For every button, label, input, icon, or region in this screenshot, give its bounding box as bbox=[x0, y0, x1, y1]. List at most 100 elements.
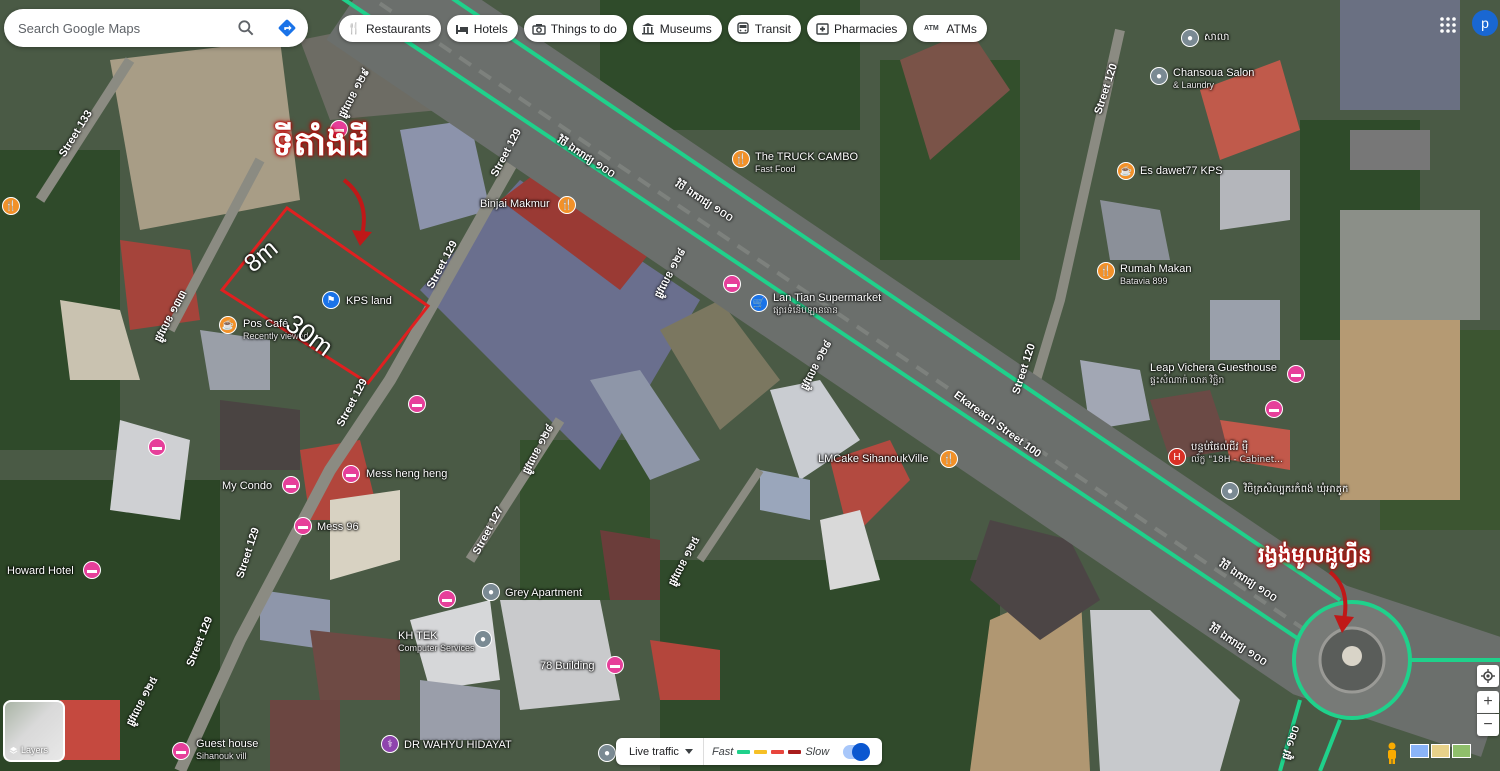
restaurant-pin-icon[interactable]: 🍴 bbox=[558, 196, 576, 214]
place-label[interactable]: វិចិត្រសិល្បករកំពង់ ឃុំអាតូក bbox=[1244, 484, 1348, 496]
hotel-pin-icon[interactable]: ▬ bbox=[294, 517, 312, 535]
hotel-pin-icon[interactable]: ▬ bbox=[172, 742, 190, 760]
building-roof bbox=[500, 600, 620, 710]
place-pin-icon[interactable]: ● bbox=[1221, 482, 1239, 500]
place-label[interactable]: The TRUCK CAMBO Fast Food bbox=[755, 151, 858, 175]
cafe-pin-icon[interactable]: ☕ bbox=[219, 316, 237, 334]
toggle-knob bbox=[852, 742, 871, 761]
building-roof bbox=[1210, 300, 1280, 360]
chip-things-to-do[interactable]: Things to do bbox=[523, 15, 627, 42]
building-roof bbox=[1220, 170, 1290, 230]
building-roof bbox=[650, 640, 720, 700]
place-label[interactable]: Guest house Sihanouk vill bbox=[196, 738, 258, 762]
hotel-pin-icon[interactable]: ▬ bbox=[342, 465, 360, 483]
doctor-pin-icon[interactable]: ⚕ bbox=[381, 735, 399, 753]
place-label[interactable]: Grey Apartment bbox=[505, 587, 582, 599]
hotel-pin-icon[interactable]: ▬ bbox=[1265, 400, 1283, 418]
apartment-pin-icon[interactable]: ● bbox=[482, 583, 500, 601]
restaurant-pin-icon[interactable]: 🍴 bbox=[1097, 262, 1115, 280]
place-label-kps-land[interactable]: KPS land bbox=[346, 295, 392, 307]
place-label[interactable]: LMCake SihanoukVille bbox=[818, 453, 928, 465]
apps-grid-icon[interactable] bbox=[1438, 15, 1458, 35]
place-label[interactable]: My Condo bbox=[222, 480, 272, 492]
hospital-pin-icon[interactable]: H bbox=[1168, 448, 1186, 466]
thumbnail-satellite[interactable] bbox=[1452, 744, 1471, 758]
bakery-pin-icon[interactable]: 🍴 bbox=[940, 450, 958, 468]
building-roof bbox=[220, 400, 300, 470]
restaurant-pin-icon[interactable]: 🍴 bbox=[2, 197, 20, 215]
traffic-bar-slow bbox=[788, 749, 802, 754]
supermarket-pin-icon[interactable]: 🛒 bbox=[750, 294, 768, 312]
traffic-bar-moderate bbox=[754, 749, 768, 754]
search-icon[interactable] bbox=[236, 18, 256, 38]
search-input[interactable] bbox=[16, 19, 230, 37]
directions-icon[interactable] bbox=[276, 17, 298, 39]
chip-hotels[interactable]: Hotels bbox=[446, 15, 518, 42]
live-traffic-dropdown[interactable]: Live traffic bbox=[616, 738, 704, 765]
roundabout-title: រង្វង់មូលដូហ្វីន bbox=[1258, 543, 1372, 567]
pegman-icon[interactable] bbox=[1383, 741, 1401, 765]
hotel-pin-icon[interactable]: ▬ bbox=[148, 438, 166, 456]
place-label[interactable]: Mess heng heng bbox=[366, 468, 447, 480]
place-label[interactable]: Mess 96 bbox=[317, 521, 359, 533]
category-chips: 🍴 Restaurants Hotels Things to do Museums… bbox=[339, 15, 987, 42]
place-label[interactable]: Es dawet77 KPS bbox=[1140, 165, 1223, 177]
restaurant-pin-icon[interactable]: 🍴 bbox=[732, 150, 750, 168]
thumbnail-globe[interactable] bbox=[1410, 744, 1429, 758]
hotel-pin-icon[interactable]: ▬ bbox=[438, 590, 456, 608]
chip-museums[interactable]: Museums bbox=[632, 15, 722, 42]
restaurant-pin-icon[interactable]: ☕ bbox=[1117, 162, 1135, 180]
hotel-pin-icon[interactable]: ▬ bbox=[282, 476, 300, 494]
hotel-pin-icon[interactable]: ▬ bbox=[83, 561, 101, 579]
bus-icon bbox=[736, 22, 750, 36]
school-pin-icon[interactable]: ● bbox=[1181, 29, 1199, 47]
place-label[interactable]: Leap Vichera Guesthouse ផ្ទះសំណាក់ លាភ វិ… bbox=[1150, 362, 1277, 386]
building-roof bbox=[600, 530, 660, 600]
chip-atms[interactable]: ATM ATMs bbox=[913, 15, 987, 42]
dolphin-monument bbox=[1342, 646, 1362, 666]
flag-pin-icon[interactable]: ⚑ bbox=[322, 291, 340, 309]
my-location-icon bbox=[1481, 669, 1495, 683]
hotel-pin-icon[interactable]: ▬ bbox=[606, 656, 624, 674]
chip-pharmacies[interactable]: Pharmacies bbox=[807, 15, 908, 42]
hotel-pin-icon[interactable]: ▬ bbox=[1287, 365, 1305, 383]
building-roof bbox=[420, 680, 500, 740]
traffic-toggle[interactable] bbox=[843, 742, 871, 761]
layers-icon bbox=[9, 746, 18, 754]
place-label[interactable]: Rumah Makan Batavia 899 bbox=[1120, 263, 1192, 287]
zoom-in-button[interactable]: + bbox=[1477, 691, 1499, 713]
imagery-thumbnails bbox=[1410, 744, 1471, 758]
layers-button[interactable]: Layers bbox=[3, 700, 65, 762]
chip-transit[interactable]: Transit bbox=[727, 15, 802, 42]
chip-restaurants[interactable]: 🍴 Restaurants bbox=[339, 15, 441, 42]
pharmacy-icon bbox=[815, 22, 829, 36]
hotel-pin-icon[interactable]: ▬ bbox=[408, 395, 426, 413]
place-label[interactable]: 78 Building bbox=[540, 660, 594, 672]
place-label[interactable]: Howard Hotel bbox=[7, 565, 74, 577]
zoom-out-button[interactable]: − bbox=[1477, 714, 1499, 736]
place-label[interactable]: Binjai Makmur bbox=[480, 198, 550, 210]
building-roof bbox=[310, 630, 400, 700]
building-roof bbox=[1350, 130, 1430, 170]
place-label[interactable]: DR WAHYU HIDAYAT bbox=[404, 739, 512, 751]
computer-store-pin-icon[interactable]: ● bbox=[474, 630, 492, 648]
place-pin-icon[interactable]: ● bbox=[598, 744, 616, 762]
avatar[interactable]: p bbox=[1472, 10, 1498, 36]
land-location-title: ទីតាំងដី bbox=[272, 124, 370, 164]
caret-down-icon bbox=[684, 748, 693, 754]
laundry-pin-icon[interactable]: ● bbox=[1150, 67, 1168, 85]
place-label[interactable]: KH TEK Computer Services bbox=[398, 630, 475, 654]
place-label[interactable]: Lan Tian Supermarket ផ្សារទំនើបឡានធាន bbox=[773, 292, 881, 316]
search-box[interactable] bbox=[4, 9, 308, 47]
thumbnail-terrain[interactable] bbox=[1431, 744, 1450, 758]
layers-label: Layers bbox=[9, 745, 48, 755]
building-roof bbox=[60, 700, 120, 760]
my-location-button[interactable] bbox=[1477, 665, 1499, 687]
bare-land bbox=[1340, 320, 1460, 500]
place-label[interactable]: សាលា bbox=[1204, 32, 1229, 44]
traffic-legend: Fast Slow bbox=[711, 745, 830, 758]
place-label[interactable]: Chansoua Salon & Laundry bbox=[1173, 67, 1254, 91]
atm-icon: ATM bbox=[924, 25, 939, 32]
hotel-pin-icon[interactable]: ▬ bbox=[723, 275, 741, 293]
place-label[interactable]: បន្ទប់ផែល់ជីវ ម៉ឺ ល័ក្ខ "18H - Cabinet... bbox=[1191, 442, 1283, 466]
